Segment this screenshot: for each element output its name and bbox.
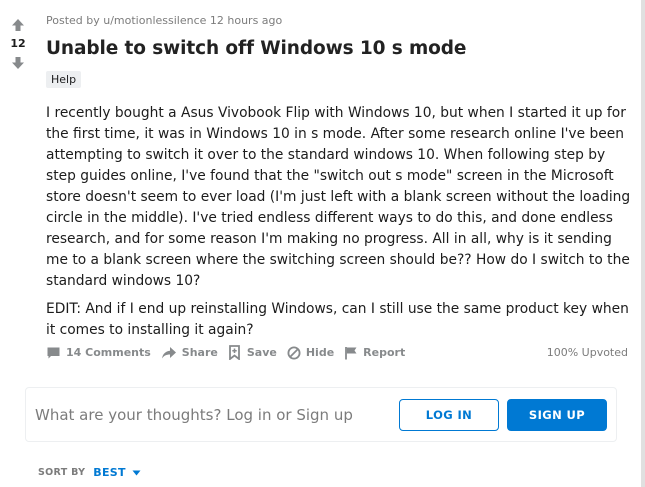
post-actions: 14 Comments Share Save Hide Report 100% … <box>46 345 628 360</box>
share-button[interactable]: Share <box>161 346 218 360</box>
login-button[interactable]: LOG IN <box>399 398 499 431</box>
vote-count: 12 <box>10 37 26 50</box>
upvote-arrow-icon <box>12 19 24 31</box>
comment-prompt: What are your thoughts? Log in or Sign u… <box>35 405 353 424</box>
hide-icon <box>287 346 301 359</box>
downvote-arrow-icon <box>12 57 24 69</box>
save-label: Save <box>246 346 277 359</box>
post-meta[interactable]: Posted by u/motionlessilence 12 hours ag… <box>46 14 282 27</box>
hide-button[interactable]: Hide <box>287 346 334 360</box>
hide-label: Hide <box>305 346 335 359</box>
comment-icon <box>47 347 60 358</box>
bookmark-plus-icon <box>228 345 240 360</box>
sort-dropdown[interactable]: BEST <box>93 466 141 479</box>
post-paragraph: EDIT: And if I end up reinstalling Windo… <box>46 301 629 338</box>
comments-label: 14 Comments <box>66 346 151 359</box>
share-icon <box>161 346 176 358</box>
signup-button[interactable]: SIGN UP <box>507 398 607 431</box>
report-label: Report <box>363 346 406 359</box>
share-label: Share <box>181 346 218 359</box>
report-button[interactable]: Report <box>344 346 405 360</box>
vote-column: 12 <box>0 14 36 74</box>
upvote-ratio: 100% Upvoted <box>546 346 628 359</box>
sort-value: BEST <box>93 466 126 479</box>
comments-button[interactable]: 14 Comments <box>46 346 151 360</box>
comment-login-box: What are your thoughts? Log in or Sign u… <box>25 387 617 442</box>
downvote-button[interactable] <box>6 52 30 74</box>
post-title[interactable]: Unable to switch off Windows 10 s mode <box>46 38 466 59</box>
scrollbar[interactable] <box>641 0 645 487</box>
post-flair[interactable]: Help <box>46 71 82 88</box>
save-button[interactable]: Save <box>228 345 277 360</box>
sort-control: SORT BY BEST <box>38 466 141 479</box>
sort-label: SORT BY <box>38 467 86 478</box>
upvote-button[interactable] <box>6 14 30 36</box>
post-paragraph: I recently bought a Asus Vivobook Flip w… <box>46 105 631 289</box>
caret-down-icon <box>132 470 141 475</box>
post-body: I recently bought a Asus Vivobook Flip w… <box>46 103 636 348</box>
flag-icon <box>345 346 357 359</box>
